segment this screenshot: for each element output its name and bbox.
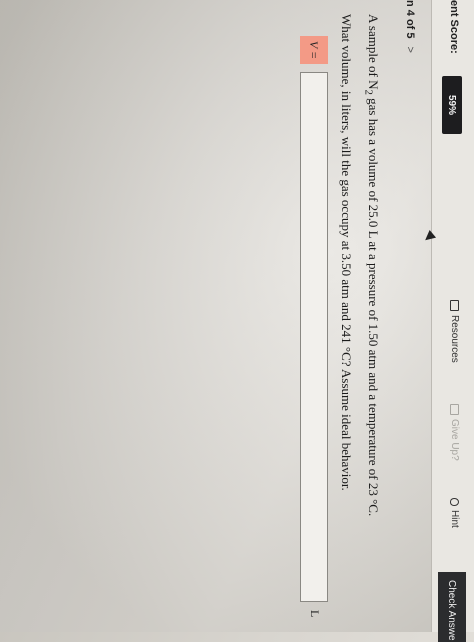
hint-label: Hint bbox=[449, 510, 460, 528]
resources-button[interactable]: Resources bbox=[449, 300, 460, 363]
unit-label: L bbox=[308, 610, 322, 618]
answer-row: V = L bbox=[298, 36, 328, 636]
resources-icon bbox=[450, 300, 459, 311]
lightbulb-icon bbox=[450, 498, 459, 506]
resources-label: Resources bbox=[449, 315, 460, 363]
score-badge: 59% bbox=[442, 76, 462, 134]
question-line-1: A sample of N2 gas has a volume of 25.0 … bbox=[362, 14, 381, 517]
hint-button[interactable]: Hint bbox=[449, 498, 460, 528]
volume-answer-input[interactable] bbox=[300, 72, 328, 602]
score-label: ent Score: bbox=[448, 0, 460, 54]
top-toolbar: ent Score: 59% Resources Give Up? Hint C… bbox=[431, 0, 474, 642]
next-question-chevron-icon[interactable]: > bbox=[404, 47, 416, 53]
give-up-button[interactable]: Give Up? bbox=[449, 404, 460, 461]
give-up-label: Give Up? bbox=[449, 419, 460, 461]
flag-icon bbox=[450, 404, 459, 415]
question-position: n 4 of 5 bbox=[404, 0, 416, 39]
rotated-screen: ent Score: 59% Resources Give Up? Hint C… bbox=[0, 0, 474, 642]
question-text: A sample of N2 gas has a volume of 25.0 … bbox=[335, 14, 384, 574]
volume-variable-label: V = bbox=[300, 36, 328, 64]
question-navigation: n 4 of 5 > bbox=[404, 0, 416, 53]
question-line-2: What volume, in liters, will the gas occ… bbox=[339, 14, 355, 491]
